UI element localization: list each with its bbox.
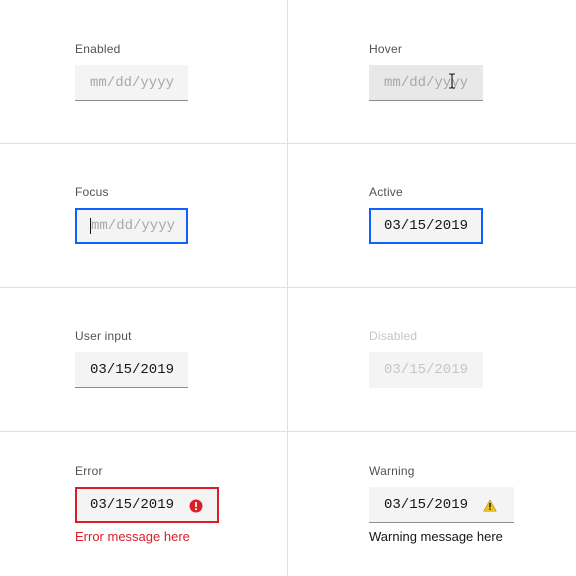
user-input-value: 03/15/2019 xyxy=(90,361,175,378)
error-filled-icon xyxy=(189,499,203,513)
text-cursor-icon xyxy=(449,73,455,89)
date-picker-states-grid: Enabled mm/dd/yyyy Hover mm/dd/yyyy Focu… xyxy=(0,0,576,576)
disabled-date-input: 03/15/2019 xyxy=(369,352,483,388)
focus-label: Focus xyxy=(75,185,109,199)
warning-value: 03/15/2019 xyxy=(384,496,469,513)
error-label: Error xyxy=(75,464,103,478)
enabled-placeholder: mm/dd/yyyy xyxy=(90,74,175,91)
active-date-input[interactable]: 03/15/2019 xyxy=(369,208,483,244)
row-divider xyxy=(0,431,576,432)
row-divider xyxy=(0,287,576,288)
disabled-label: Disabled xyxy=(369,329,418,343)
warning-label: Warning xyxy=(369,464,415,478)
user-input-label: User input xyxy=(75,329,132,343)
column-divider xyxy=(287,0,288,576)
focus-placeholder: mm/dd/yyyy xyxy=(91,218,176,234)
hover-label: Hover xyxy=(369,42,403,56)
warning-alt-icon xyxy=(483,499,497,512)
hover-date-input[interactable]: mm/dd/yyyy xyxy=(369,65,483,101)
enabled-date-input[interactable]: mm/dd/yyyy xyxy=(75,65,188,101)
error-message: Error message here xyxy=(75,529,190,544)
row-divider xyxy=(0,143,576,144)
disabled-value: 03/15/2019 xyxy=(384,361,469,378)
warning-message: Warning message here xyxy=(369,529,503,544)
error-value: 03/15/2019 xyxy=(90,497,175,513)
enabled-label: Enabled xyxy=(75,42,121,56)
focus-date-input[interactable]: mm/dd/yyyy xyxy=(75,208,188,244)
active-label: Active xyxy=(369,185,403,199)
active-value: 03/15/2019 xyxy=(384,218,469,234)
user-input-date-input[interactable]: 03/15/2019 xyxy=(75,352,188,388)
